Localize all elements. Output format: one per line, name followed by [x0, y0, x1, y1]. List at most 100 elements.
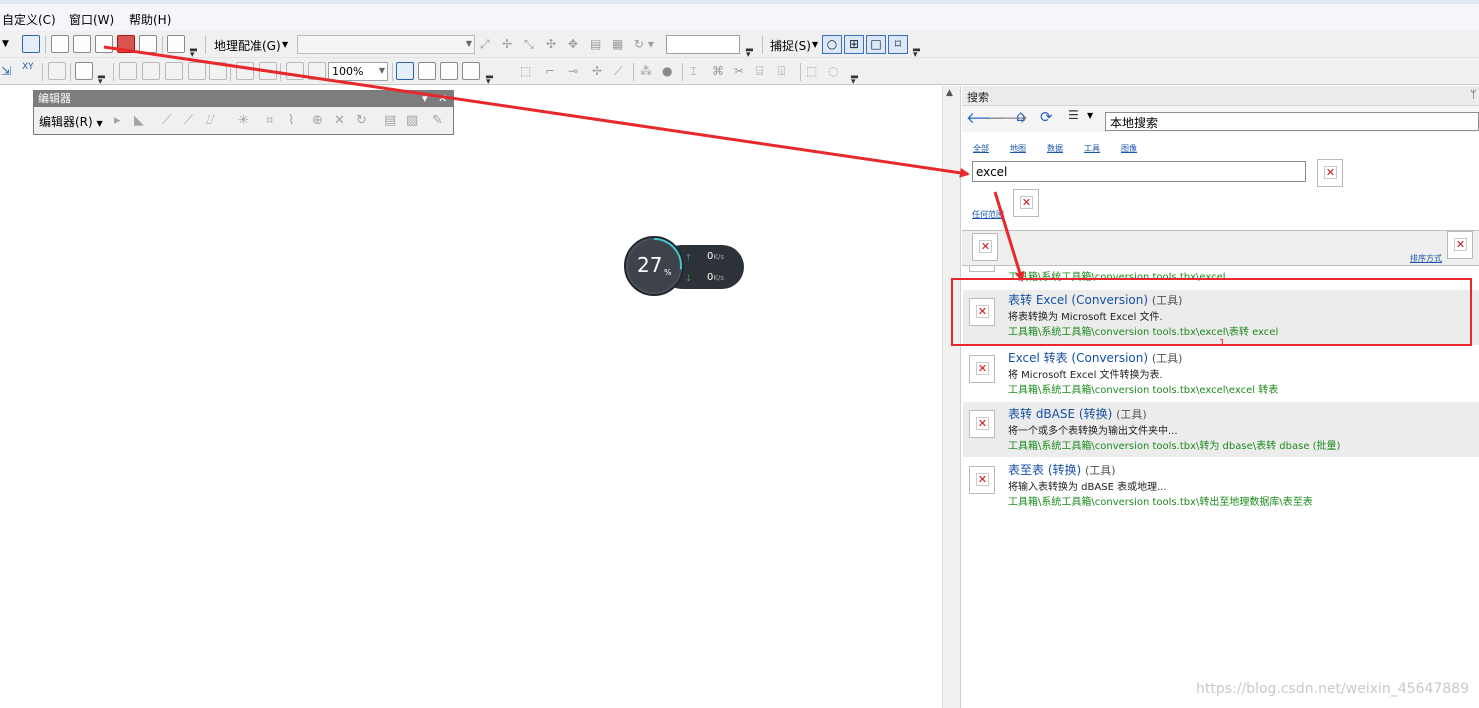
- control-point-icon[interactable]: ✣: [546, 37, 556, 51]
- snap-extent-icon[interactable]: ⬚: [806, 64, 817, 78]
- edit-vertices-icon[interactable]: ⌗: [266, 113, 273, 128]
- edit-annotation-icon[interactable]: ◣: [134, 113, 144, 128]
- rotate-icon[interactable]: ⤢: [480, 37, 490, 52]
- trace-icon[interactable]: ⌰: [206, 113, 215, 128]
- toolbar-grip-icon[interactable]: ▂ ▾: [913, 43, 920, 60]
- split-icon[interactable]: ⌹: [778, 64, 785, 79]
- toolbar-grip-icon[interactable]: ▂ ▾: [746, 43, 753, 60]
- rotation-input[interactable]: [666, 35, 740, 54]
- create-features-icon[interactable]: ✎: [432, 113, 443, 128]
- map-display[interactable]: [0, 86, 942, 708]
- xy-icon[interactable]: XY: [22, 62, 34, 72]
- time-slider-icon[interactable]: [48, 62, 66, 80]
- georef-dropdown-icon[interactable]: ▼: [282, 40, 288, 49]
- layout-zoom-in-icon[interactable]: [119, 62, 137, 80]
- layout-zoom-out-icon[interactable]: [142, 62, 160, 80]
- editor-toolbar-button[interactable]: [22, 35, 40, 53]
- toggle-draft-mode-icon[interactable]: [396, 62, 414, 80]
- pin-icon[interactable]: ᛘ: [1470, 88, 1477, 101]
- vertex-snap-icon[interactable]: □: [866, 35, 886, 54]
- toolbar-grip-icon[interactable]: ▂ ▾: [98, 70, 105, 87]
- edit-tool-icon[interactable]: ▸: [114, 113, 121, 128]
- rotate-tool-icon[interactable]: ↻: [356, 113, 367, 128]
- layer-combo[interactable]: ▼: [297, 35, 475, 54]
- validate-icon[interactable]: ●: [662, 64, 672, 78]
- attributes-icon[interactable]: ▤: [384, 113, 396, 128]
- view-options-icon[interactable]: ☰: [1068, 108, 1079, 122]
- split-tool-icon[interactable]: ✕: [334, 113, 345, 128]
- model-builder-icon[interactable]: [167, 35, 185, 53]
- add-xy-icon[interactable]: ⇲: [1, 64, 11, 78]
- catalog-icon[interactable]: [73, 35, 91, 53]
- cut-polygons-icon[interactable]: ⊕: [312, 113, 323, 128]
- zoom-100-icon[interactable]: [209, 62, 227, 80]
- result-title[interactable]: 表至表 (转换) (工具): [1008, 461, 1116, 478]
- toolbar-grip-icon[interactable]: ▂ ▾: [190, 43, 197, 60]
- zoom-whole-page-icon[interactable]: [188, 62, 206, 80]
- sketch-properties-icon[interactable]: ▧: [406, 113, 418, 128]
- georeferencing-menu[interactable]: 地理配准(G): [214, 37, 281, 54]
- straight-segment-icon[interactable]: ⟋: [162, 113, 171, 128]
- search-scope-link[interactable]: 任何范围: [972, 209, 1004, 220]
- generalize-icon[interactable]: ✂: [734, 64, 744, 78]
- filter-data-link[interactable]: 数据: [1047, 143, 1063, 154]
- refresh-icon[interactable]: ⟳: [1040, 108, 1053, 126]
- result-title[interactable]: Excel 转表 (Conversion) (工具): [1008, 349, 1182, 366]
- menu-help[interactable]: 帮助(H): [129, 11, 171, 28]
- editor-titlebar[interactable]: 编辑器 ▾ ✕: [34, 91, 453, 107]
- error-inspector-icon[interactable]: ⌘: [712, 64, 724, 78]
- editor-dropdown-icon[interactable]: ▾: [422, 91, 428, 107]
- map-scrollbar[interactable]: [942, 86, 960, 708]
- scroll-up-icon[interactable]: ▲: [946, 88, 953, 98]
- add-point-icon[interactable]: ✥: [568, 37, 578, 51]
- search-result[interactable]: ✕ 表至表 (转换) (工具) 将输入表转换为 dBASE 表或地理... 工具…: [963, 458, 1479, 513]
- snapping-menu[interactable]: 捕捉(S): [770, 37, 811, 54]
- close-icon[interactable]: ✕: [438, 91, 447, 107]
- reshape-edge-icon[interactable]: ⟋: [614, 64, 622, 79]
- python-window-icon[interactable]: [139, 35, 157, 53]
- table-icon[interactable]: [51, 35, 69, 53]
- search-window-icon[interactable]: [95, 35, 113, 53]
- zoom-percent-combo[interactable]: 100% ▼: [328, 62, 388, 81]
- end-snap-icon[interactable]: ⊞: [844, 35, 864, 54]
- rotate-dropdown-icon[interactable]: ↻ ▾: [634, 37, 654, 51]
- filter-maps-link[interactable]: 地图: [1010, 143, 1026, 154]
- search-button[interactable]: ✕: [1317, 159, 1343, 187]
- toolbar-grip-icon[interactable]: ▂ ▾: [486, 70, 493, 87]
- editor-menu[interactable]: 编辑器(R) ▼: [39, 113, 103, 130]
- fixed-zoom-in-icon[interactable]: [236, 62, 254, 80]
- menu-window[interactable]: 窗口(W): [69, 11, 114, 28]
- shift-icon[interactable]: ✢: [502, 37, 512, 51]
- sort-by-link[interactable]: 排序方式: [1410, 253, 1442, 264]
- topology-edit-icon[interactable]: ✢: [592, 64, 602, 78]
- dropdown-arrow-icon[interactable]: ▼: [2, 39, 9, 49]
- merge-icon[interactable]: ⌸: [756, 64, 763, 79]
- change-layout-icon[interactable]: [440, 62, 458, 80]
- snapping-dropdown-icon[interactable]: ▼: [812, 40, 818, 49]
- menu-customize[interactable]: 自定义(C): [2, 11, 56, 28]
- result-title[interactable]: 表转 dBASE (转换) (工具): [1008, 405, 1147, 422]
- filter-tools-link[interactable]: 工具: [1084, 143, 1100, 154]
- reshape-icon[interactable]: ⌇: [288, 113, 294, 128]
- construct-features-icon[interactable]: ⁂: [640, 64, 652, 78]
- arctoolbox-icon[interactable]: [117, 35, 135, 53]
- previous-extent-icon[interactable]: [286, 62, 304, 80]
- topology-select-icon[interactable]: ⬚: [520, 64, 531, 78]
- link-table-icon[interactable]: ▦: [612, 37, 623, 51]
- scale-icon[interactable]: ⤡: [524, 37, 534, 52]
- point-icon[interactable]: ✳: [238, 113, 249, 128]
- edge-snap-icon[interactable]: ⌑: [888, 35, 908, 54]
- zoom-in-icon[interactable]: [75, 62, 93, 80]
- search-options-button[interactable]: ✕: [1013, 189, 1039, 217]
- point-snap-icon[interactable]: ○: [822, 35, 842, 54]
- focus-data-frame-icon[interactable]: [418, 62, 436, 80]
- toolbar-grip-icon[interactable]: ▂ ▾: [851, 70, 858, 87]
- end-point-arc-icon[interactable]: ⟋: [184, 113, 193, 128]
- search-input[interactable]: [972, 161, 1306, 182]
- show-shared-features-icon[interactable]: ⊸: [568, 64, 578, 78]
- home-icon[interactable]: ⌂: [1016, 107, 1026, 125]
- view-link-table-icon[interactable]: ▤: [590, 37, 601, 51]
- data-driven-pages-icon[interactable]: [462, 62, 480, 80]
- search-result[interactable]: ✕ Excel 转表 (Conversion) (工具) 将 Microsoft…: [963, 347, 1479, 402]
- layout-pan-icon[interactable]: [165, 62, 183, 80]
